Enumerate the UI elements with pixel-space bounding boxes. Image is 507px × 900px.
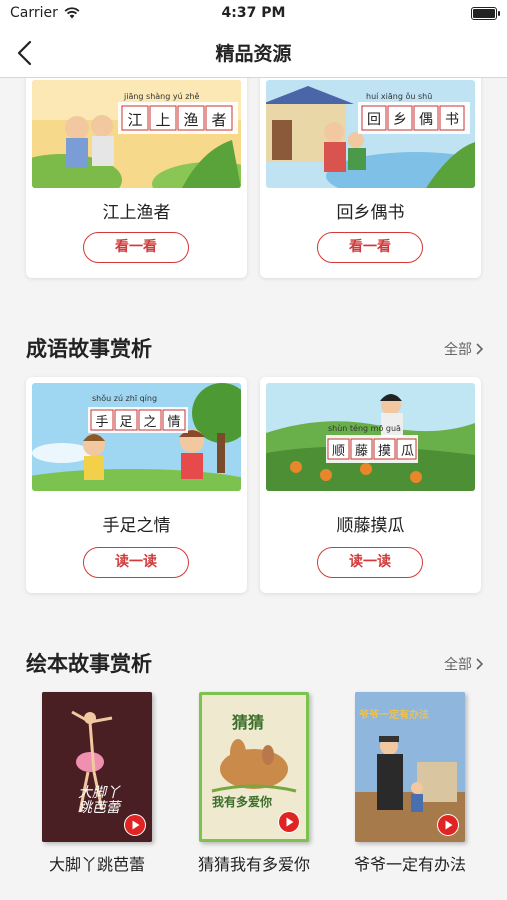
see-all-link[interactable]: 全部: [444, 654, 483, 674]
book-cover: 大脚丫 跳芭蕾: [42, 692, 152, 842]
idiom-pinyin: shǒu zú zhī qíng: [92, 394, 158, 403]
view-button[interactable]: 看一看: [317, 232, 423, 263]
see-all-label: 全部: [444, 342, 472, 358]
poem-thumbnail: huí xiāng ǒu shū 回 乡 偶 书: [266, 80, 475, 188]
book-cover-text: 大脚丫 跳芭蕾: [78, 785, 120, 816]
nav-title: 精品资源: [215, 43, 292, 65]
play-icon[interactable]: [124, 814, 146, 836]
idiom-card[interactable]: shǒu zú zhī qíng 手 足 之 情 手足之情 读一读: [26, 377, 247, 593]
book-cover-title: 猜猜: [232, 713, 265, 732]
read-button[interactable]: 读一读: [83, 547, 189, 578]
picture-book[interactable]: 猜猜 我有多爱你: [199, 692, 309, 842]
chevron-right-icon: [476, 658, 483, 670]
play-icon[interactable]: [278, 811, 300, 833]
book-title: 爷爷一定有办法: [353, 855, 466, 874]
idiom-chars: 顺 藤 摸 瓜: [331, 444, 414, 459]
see-all-label: 全部: [444, 657, 472, 673]
poem-thumbnail: jiāng shàng yú zhě 江 上 渔 者: [32, 80, 241, 188]
book-title: 大脚丫跳芭蕾: [48, 855, 145, 874]
picture-book[interactable]: 大脚丫 跳芭蕾: [42, 692, 152, 842]
clock: 4:37 PM: [221, 5, 286, 21]
poem-chars: 回 乡 偶 书: [367, 112, 459, 128]
book-cover: 爷爷一定有办法: [355, 692, 465, 842]
poem-chars: 江 上 渔 者: [127, 111, 227, 129]
see-all-link[interactable]: 全部: [444, 339, 483, 359]
card-title: 手足之情: [102, 516, 171, 536]
poem-pinyin: huí xiāng ǒu shū: [366, 92, 433, 101]
book-cover: 猜猜 我有多爱你: [199, 692, 309, 842]
card-title: 江上渔者: [102, 203, 171, 223]
idiom-thumbnail: shǒu zú zhī qíng 手 足 之 情: [32, 383, 241, 491]
nav-bar-overlay: 精品资源: [0, 28, 507, 78]
section-title: 绘本故事赏析: [26, 652, 152, 676]
idiom-pinyin: shùn téng mō guā: [328, 424, 401, 433]
read-button[interactable]: 读一读: [317, 547, 423, 578]
status-bar: Carrier 4:37 PM: [0, 0, 507, 28]
idiom-card[interactable]: shùn téng mō guā 顺 藤 摸 瓜 顺藤摸瓜 读一读: [260, 377, 481, 593]
idiom-thumbnail: shùn téng mō guā 顺 藤 摸 瓜: [266, 383, 475, 491]
play-icon[interactable]: [437, 814, 459, 836]
view-button[interactable]: 看一看: [83, 232, 189, 263]
section-title: 成语故事赏析: [26, 337, 152, 361]
card-title: 回乡偶书: [336, 203, 405, 223]
card-title: 顺藤摸瓜: [336, 516, 405, 536]
poem-card[interactable]: huí xiāng ǒu shū 回 乡 偶 书 回乡偶书 看一看: [260, 72, 481, 278]
battery-icon: [471, 7, 500, 20]
book-cover-subtitle: 我有多爱你: [212, 795, 273, 809]
poem-card[interactable]: jiāng shàng yú zhě 江 上 渔 者 江上渔者 看一看: [26, 72, 247, 278]
picture-book[interactable]: 爷爷一定有办法: [355, 692, 465, 842]
chevron-right-icon: [476, 343, 483, 355]
idiom-chars: 手 足 之 情: [95, 415, 181, 430]
book-title: 猜猜我有多爱你: [197, 855, 310, 874]
book-cover-title: 爷爷一定有办法: [359, 710, 429, 721]
poem-pinyin: jiāng shàng yú zhě: [124, 92, 200, 101]
